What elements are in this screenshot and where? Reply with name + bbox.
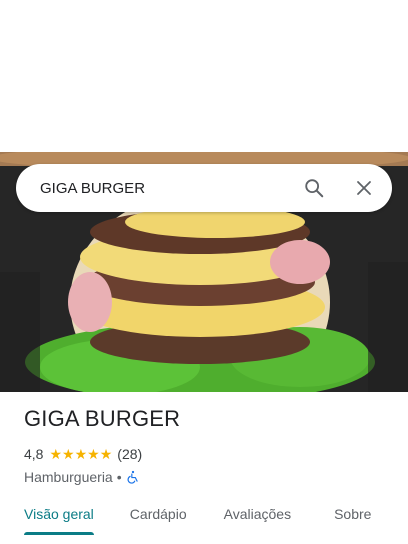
tab-label: Sobre: [334, 506, 372, 522]
star-icon: ★: [87, 446, 100, 462]
tab-reviews[interactable]: Avaliações: [224, 496, 291, 544]
category-label: Hamburgueria: [24, 469, 113, 485]
category-row: Hamburgueria •: [24, 469, 394, 485]
blank-area: [0, 0, 408, 152]
rating-row[interactable]: 4,8 ★ ★ ★ ★ ★ (28): [24, 446, 394, 462]
star-icon: ★: [49, 446, 63, 462]
rating-value: 4,8: [24, 446, 44, 462]
search-icon[interactable]: [302, 176, 326, 200]
review-count[interactable]: (28): [117, 446, 142, 462]
search-input[interactable]: GIGA BURGER: [40, 180, 302, 197]
star-icon: ★: [62, 446, 75, 462]
star-rating: ★ ★ ★ ★ ★: [49, 447, 112, 461]
tab-bar: Visão geral Cardápio Avaliações Sobre: [0, 496, 408, 544]
wheelchair-icon: [126, 470, 140, 484]
tab-label: Visão geral: [24, 506, 94, 522]
star-icon: ★: [74, 446, 88, 462]
place-title: GIGA BURGER: [24, 406, 181, 431]
active-tab-indicator: [24, 532, 94, 535]
separator-dot: •: [116, 469, 122, 485]
tab-label: Cardápio: [129, 506, 187, 522]
tab-about[interactable]: Sobre: [334, 496, 371, 544]
tab-menu[interactable]: Cardápio: [130, 496, 187, 544]
tab-overview[interactable]: Visão geral: [24, 496, 94, 544]
place-info: GIGA BURGER 4,8 ★ ★ ★ ★ ★ (28) Hamburgue…: [24, 406, 394, 485]
star-icon: ★: [99, 446, 113, 462]
close-icon[interactable]: [352, 176, 376, 200]
tab-label: Avaliações: [223, 506, 292, 522]
search-bar[interactable]: GIGA BURGER: [16, 164, 392, 212]
